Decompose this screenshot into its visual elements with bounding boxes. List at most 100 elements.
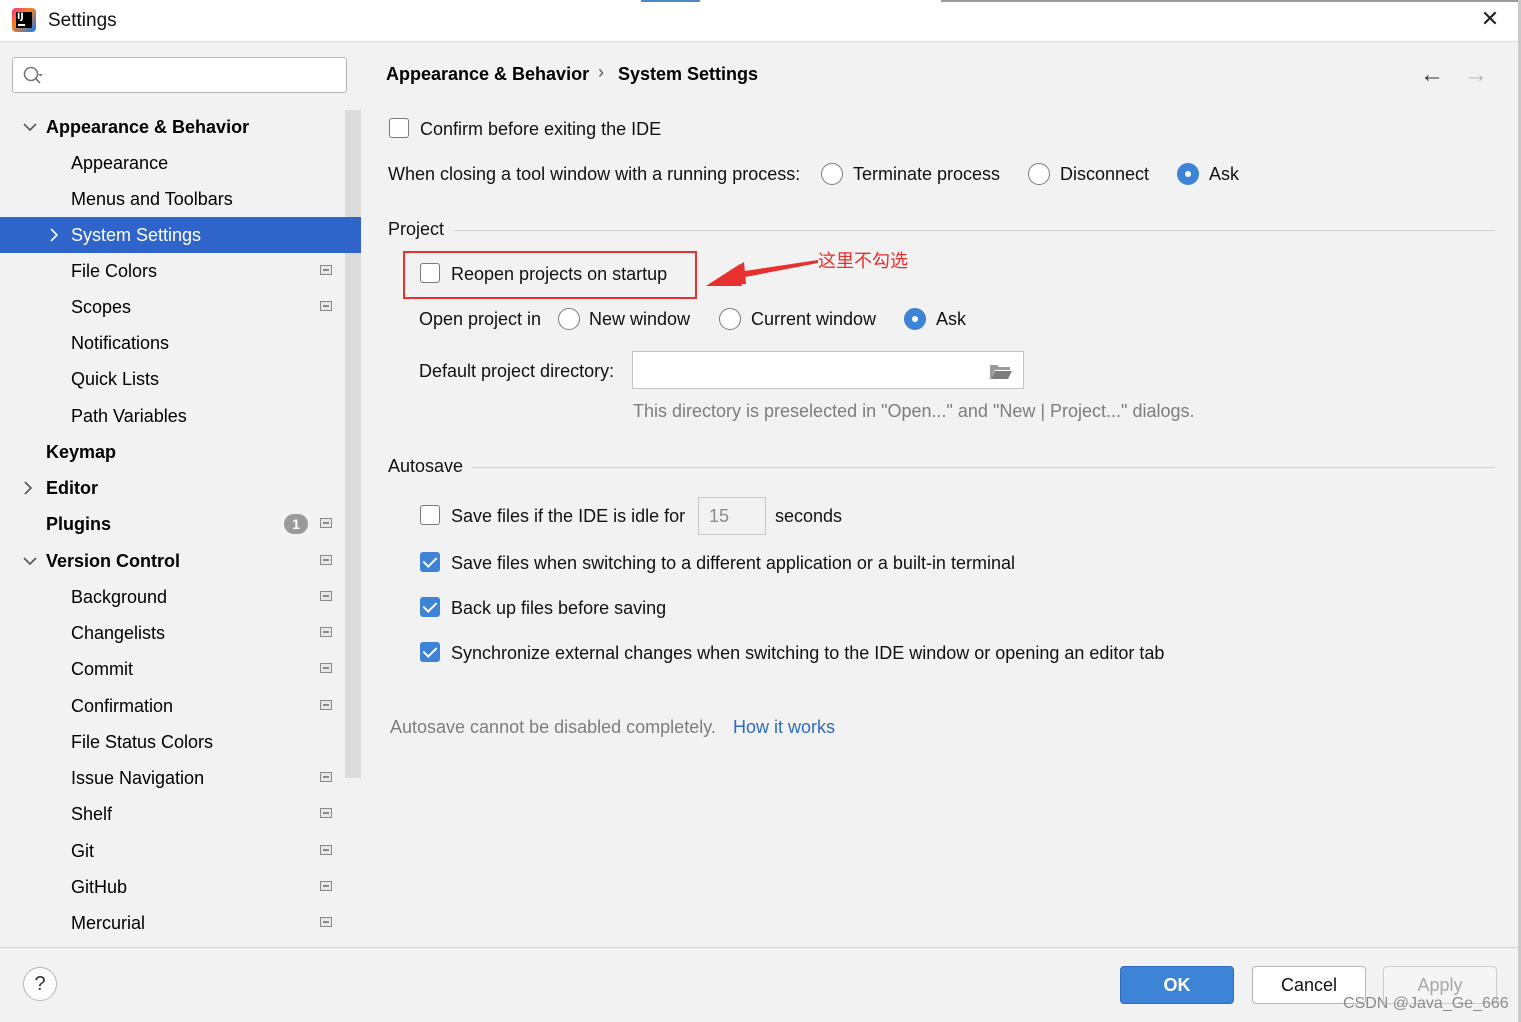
disconnect-radio[interactable]	[1028, 163, 1050, 185]
forward-arrow-icon[interactable]: →	[1464, 62, 1488, 88]
top-accent-line	[641, 0, 700, 2]
back-arrow-icon[interactable]: ←	[1420, 62, 1444, 88]
sidebar-item-label: Version Control	[46, 551, 181, 571]
default-dir-input[interactable]	[632, 351, 1024, 389]
project-scope-icon	[320, 881, 332, 891]
sidebar-item-label: Confirmation	[71, 696, 174, 716]
project-scope-icon	[320, 772, 332, 782]
sidebar-item-background[interactable]: Background	[0, 579, 345, 615]
chevron-right-icon[interactable]	[20, 480, 36, 496]
disconnect-label: Disconnect	[1060, 164, 1150, 184]
sidebar-item-label: Notifications	[71, 333, 170, 353]
backup-files-label: Back up files before saving	[451, 598, 667, 618]
sidebar-item-github[interactable]: GitHub	[0, 869, 345, 905]
project-section-divider	[455, 230, 1495, 231]
save-idle-checkbox[interactable]	[420, 505, 440, 525]
current-window-label: Current window	[751, 309, 877, 329]
closing-ask-radio[interactable]	[1177, 163, 1199, 185]
sidebar-item-quick-lists[interactable]: Quick Lists	[0, 361, 345, 397]
backup-files-checkbox[interactable]	[420, 597, 440, 617]
sidebar-item-label: File Colors	[71, 261, 158, 281]
sidebar-item-path-variables[interactable]: Path Variables	[0, 398, 345, 434]
sidebar-item-editor[interactable]: Editor	[0, 470, 345, 506]
sidebar-item-version-control[interactable]: Version Control	[0, 543, 345, 579]
footer-divider	[0, 947, 1521, 948]
sidebar-item-system-settings[interactable]: System Settings	[0, 217, 361, 253]
open-ask-radio[interactable]	[904, 308, 926, 330]
save-switching-checkbox[interactable]	[420, 552, 440, 572]
closing-ask-label: Ask	[1209, 164, 1240, 184]
chevron-down-icon[interactable]	[22, 553, 38, 569]
top-gray-line	[941, 0, 1521, 2]
sidebar-item-menus-toolbars[interactable]: Menus and Toolbars	[0, 181, 345, 217]
help-button[interactable]: ?	[23, 967, 57, 1001]
how-it-works-link[interactable]: How it works	[733, 717, 835, 738]
sidebar-item-file-status-colors[interactable]: File Status Colors	[0, 724, 345, 760]
sidebar-item-mercurial[interactable]: Mercurial	[0, 905, 345, 941]
sidebar-item-label: Issue Navigation	[71, 768, 205, 788]
closing-process-label: When closing a tool window with a runnin…	[388, 164, 801, 184]
reopen-projects-checkbox[interactable]	[420, 263, 440, 283]
sidebar-item-label: Background	[71, 587, 168, 607]
sidebar-item-label: System Settings	[71, 225, 202, 245]
seconds-label: seconds	[775, 506, 843, 526]
sidebar-item-label: Quick Lists	[71, 369, 160, 389]
chevron-down-icon[interactable]	[22, 119, 38, 135]
sidebar-item-label: Scopes	[71, 297, 132, 317]
sidebar-item-label: File Status Colors	[71, 732, 214, 752]
sidebar-scrollbar[interactable]	[345, 110, 361, 778]
annotation-text: 这里不勾选	[818, 251, 908, 272]
sidebar-item-shelf[interactable]: Shelf	[0, 796, 345, 832]
sidebar-item-label: Changelists	[71, 623, 166, 643]
default-dir-label: Default project directory:	[419, 361, 615, 381]
project-scope-icon	[320, 808, 332, 818]
search-icon	[23, 66, 43, 84]
sidebar-item-label: Path Variables	[71, 406, 187, 426]
csdn-watermark: CSDN @Java_Ge_666	[1343, 995, 1509, 1012]
sidebar-item-label: Menus and Toolbars	[71, 189, 233, 209]
folder-open-icon[interactable]	[988, 360, 1014, 382]
open-project-in-label: Open project in	[419, 309, 542, 329]
project-scope-icon	[320, 591, 332, 601]
sidebar-item-label: Appearance	[71, 153, 169, 173]
close-icon[interactable]: ✕	[1477, 6, 1503, 32]
sidebar-item-label: GitHub	[71, 877, 128, 897]
project-scope-icon	[320, 845, 332, 855]
annotation-arrow-icon	[706, 260, 818, 286]
current-window-radio[interactable]	[719, 308, 741, 330]
sidebar-item-appearance[interactable]: Appearance	[0, 145, 345, 181]
search-input[interactable]	[12, 57, 347, 93]
sidebar-item-appearance-behavior[interactable]: Appearance & Behavior	[0, 109, 345, 145]
sidebar-item-label: Plugins	[46, 514, 112, 534]
terminate-process-label: Terminate process	[853, 164, 1001, 184]
idle-seconds-input[interactable]: 15	[698, 497, 766, 535]
sidebar-item-file-colors[interactable]: File Colors	[0, 253, 345, 289]
sidebar-item-notifications[interactable]: Notifications	[0, 325, 345, 361]
sidebar-item-label: Appearance & Behavior	[46, 117, 250, 137]
ok-button[interactable]: OK	[1120, 966, 1234, 1004]
sidebar-item-issue-navigation[interactable]: Issue Navigation	[0, 760, 345, 796]
sidebar-item-label: Editor	[46, 478, 98, 498]
breadcrumb-parent[interactable]: Appearance & Behavior	[386, 64, 589, 85]
window-title: Settings	[48, 10, 117, 31]
sidebar-item-plugins[interactable]: Plugins 1	[0, 506, 345, 542]
sidebar-item-confirmation[interactable]: Confirmation	[0, 688, 345, 724]
autosave-section-divider	[472, 467, 1495, 468]
sync-changes-label: Synchronize external changes when switch…	[451, 643, 1165, 663]
new-window-label: New window	[589, 309, 691, 329]
sidebar-item-changelists[interactable]: Changelists	[0, 615, 345, 651]
sidebar-item-git[interactable]: Git	[0, 833, 345, 869]
terminate-process-radio[interactable]	[821, 163, 843, 185]
project-scope-icon	[320, 700, 332, 710]
breadcrumb-current: System Settings	[618, 64, 759, 84]
confirm-exit-checkbox[interactable]	[389, 118, 409, 138]
sidebar-item-keymap[interactable]: Keymap	[0, 434, 345, 470]
default-dir-hint: This directory is preselected in "Open..…	[633, 401, 1195, 421]
sidebar-item-scopes[interactable]: Scopes	[0, 289, 345, 325]
new-window-radio[interactable]	[558, 308, 580, 330]
project-scope-icon	[320, 518, 332, 528]
project-scope-icon	[320, 265, 332, 275]
sidebar-item-commit[interactable]: Commit	[0, 651, 345, 687]
chevron-right-icon[interactable]	[46, 227, 62, 243]
sync-changes-checkbox[interactable]	[420, 642, 440, 662]
